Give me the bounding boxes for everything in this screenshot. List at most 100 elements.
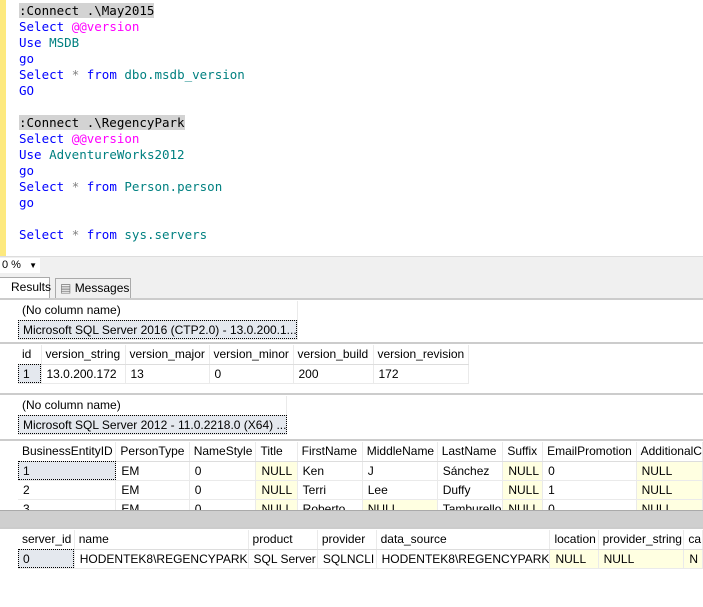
grid-cell[interactable]: EM (115, 499, 190, 510)
grid-cell[interactable]: Roberto (297, 499, 363, 510)
result-grid[interactable]: (No column name) Microsoft SQL Server 201… (0, 298, 703, 340)
code-line[interactable]: GO (19, 83, 34, 99)
column-header[interactable]: AdditionalC (636, 442, 703, 462)
grid-cell[interactable]: Lee (362, 480, 438, 500)
code-line[interactable]: Select @@version (19, 19, 139, 35)
column-header[interactable]: provider (317, 530, 377, 550)
grid-cell[interactable]: 13.0.200.172 (41, 364, 126, 384)
column-header[interactable]: product (248, 530, 318, 550)
grid-cell[interactable]: NULL (598, 549, 685, 569)
grid-cell[interactable]: 0 (18, 549, 75, 569)
grid-cell[interactable]: 0 (542, 461, 637, 481)
grid-cell[interactable]: NULL (502, 480, 544, 500)
result-grid[interactable]: (No column name) Microsoft SQL Server 201… (0, 393, 703, 438)
grid-cell[interactable]: 2 (18, 480, 117, 500)
grid-cell[interactable]: SQLNCLI (317, 549, 377, 569)
column-header[interactable]: PersonType (115, 442, 190, 462)
code-line[interactable]: Select * from Person.person (19, 179, 222, 195)
grid-cell[interactable]: NULL (636, 499, 703, 510)
code-line[interactable]: Use AdventureWorks2012 (19, 147, 185, 163)
grid-cell[interactable]: Microsoft SQL Server 2012 - 11.0.2218.0 … (18, 415, 288, 435)
grid-cell[interactable]: NULL (502, 499, 544, 510)
grid-cell[interactable]: N (683, 549, 703, 569)
column-header[interactable]: Title (255, 442, 298, 462)
grid-cell[interactable]: NULL (636, 480, 703, 500)
column-header[interactable]: id (18, 345, 42, 365)
column-header[interactable]: NameStyle (189, 442, 257, 462)
grid-cell[interactable]: HODENTEK8\REGENCYPARK (376, 549, 551, 569)
grid-cell[interactable]: NULL (255, 499, 298, 510)
code-line[interactable]: :Connect .\RegencyPark (19, 115, 185, 131)
column-header[interactable]: LastName (437, 442, 504, 462)
grid-cell[interactable]: HODENTEK8\REGENCYPARK (74, 549, 249, 569)
table-row[interactable]: Microsoft SQL Server 2012 - 11.0.2218.0 … (18, 415, 288, 435)
grid-cell[interactable]: EM (115, 461, 190, 481)
grid-cell[interactable]: NULL (502, 461, 544, 481)
result-grid[interactable]: BusinessEntityID PersonType NameStyle Title… (0, 439, 703, 510)
tab-messages[interactable]: ▤ Messages (55, 278, 131, 298)
column-header[interactable]: location (549, 530, 599, 550)
column-header[interactable]: data_source (376, 530, 551, 550)
column-header[interactable]: (No column name) (18, 396, 288, 416)
table-row[interactable]: Microsoft SQL Server 2016 (CTP2.0) - 13.… (18, 320, 298, 340)
column-header[interactable]: version_string (41, 345, 126, 365)
grid-cell[interactable]: Tamburello (437, 499, 504, 510)
column-header[interactable]: server_id (18, 530, 75, 550)
grid-cell[interactable]: Duffy (437, 480, 504, 500)
column-header[interactable]: Suffix (502, 442, 544, 462)
grid-cell[interactable]: 0 (189, 461, 257, 481)
column-header[interactable]: name (74, 530, 249, 550)
grid-splitter[interactable] (0, 510, 703, 527)
result-grid[interactable]: server_id name product provider data_source l… (0, 527, 703, 577)
grid-cell[interactable]: 200 (293, 364, 374, 384)
grid-cell[interactable]: 0 (189, 499, 257, 510)
table-row[interactable]: 1 13.0.200.172 13 0 200 172 (18, 364, 469, 384)
query-editor[interactable]: :Connect .\May2015 Select @@version Use MS… (0, 0, 703, 256)
grid-cell[interactable]: 0 (209, 364, 294, 384)
grid-cell[interactable]: Terri (297, 480, 363, 500)
zoom-dropdown[interactable]: 0 % ▼ (0, 258, 40, 273)
code-line[interactable]: Select * from sys.servers (19, 227, 207, 243)
grid-cell[interactable]: Microsoft SQL Server 2016 (CTP2.0) - 13.… (18, 320, 298, 340)
column-header[interactable]: provider_string (598, 530, 685, 550)
code-line[interactable]: Select @@version (19, 131, 139, 147)
grid-cell[interactable]: 1 (18, 461, 117, 481)
grid-cell[interactable]: EM (115, 480, 190, 500)
column-header[interactable]: ca (683, 530, 703, 550)
column-header[interactable]: BusinessEntityID (18, 442, 117, 462)
code-line[interactable]: go (19, 51, 34, 67)
code-line[interactable]: go (19, 195, 34, 211)
grid-cell[interactable]: 13 (125, 364, 210, 384)
grid-cell[interactable]: Sánchez (437, 461, 504, 481)
grid-cell[interactable]: NULL (362, 499, 438, 510)
code-line[interactable]: Use MSDB (19, 35, 79, 51)
grid-cell[interactable]: 172 (373, 364, 469, 384)
table-row[interactable]: 0 HODENTEK8\REGENCYPARK SQL Server SQLNCLI H… (18, 549, 703, 569)
grid-cell[interactable]: 0 (189, 480, 257, 500)
column-header[interactable]: FirstName (297, 442, 363, 462)
table-row[interactable]: 3 EM 0 NULL Roberto NULL Tamburello NULL 0 NULL (18, 499, 703, 510)
tab-results[interactable]: Results (0, 277, 51, 298)
code-line[interactable]: Select * from dbo.msdb_version (19, 67, 245, 83)
column-header[interactable]: (No column name) (18, 301, 298, 321)
grid-cell[interactable]: SQL Server (248, 549, 318, 569)
column-header[interactable]: version_major (125, 345, 210, 365)
grid-cell[interactable]: 1 (18, 364, 42, 384)
column-header[interactable]: version_minor (209, 345, 294, 365)
column-header[interactable]: version_build (293, 345, 374, 365)
table-row[interactable]: 1 EM 0 NULL Ken J Sánchez NULL 0 NULL (18, 461, 703, 481)
grid-cell[interactable]: Ken (297, 461, 363, 481)
grid-cell[interactable]: 1 (542, 480, 637, 500)
table-row[interactable]: 2 EM 0 NULL Terri Lee Duffy NULL 1 NULL (18, 480, 703, 500)
grid-cell[interactable]: NULL (255, 480, 298, 500)
column-header[interactable]: version_revision (373, 345, 469, 365)
code-line[interactable]: :Connect .\May2015 (19, 3, 155, 19)
column-header[interactable]: EmailPromotion (542, 442, 637, 462)
grid-cell[interactable]: 3 (18, 499, 117, 510)
grid-cell[interactable]: NULL (549, 549, 599, 569)
result-grid[interactable]: id version_string version_major version_min… (0, 342, 703, 392)
code-line[interactable]: go (19, 163, 34, 179)
grid-cell[interactable]: J (362, 461, 438, 481)
column-header[interactable]: MiddleName (362, 442, 438, 462)
grid-cell[interactable]: NULL (255, 461, 298, 481)
